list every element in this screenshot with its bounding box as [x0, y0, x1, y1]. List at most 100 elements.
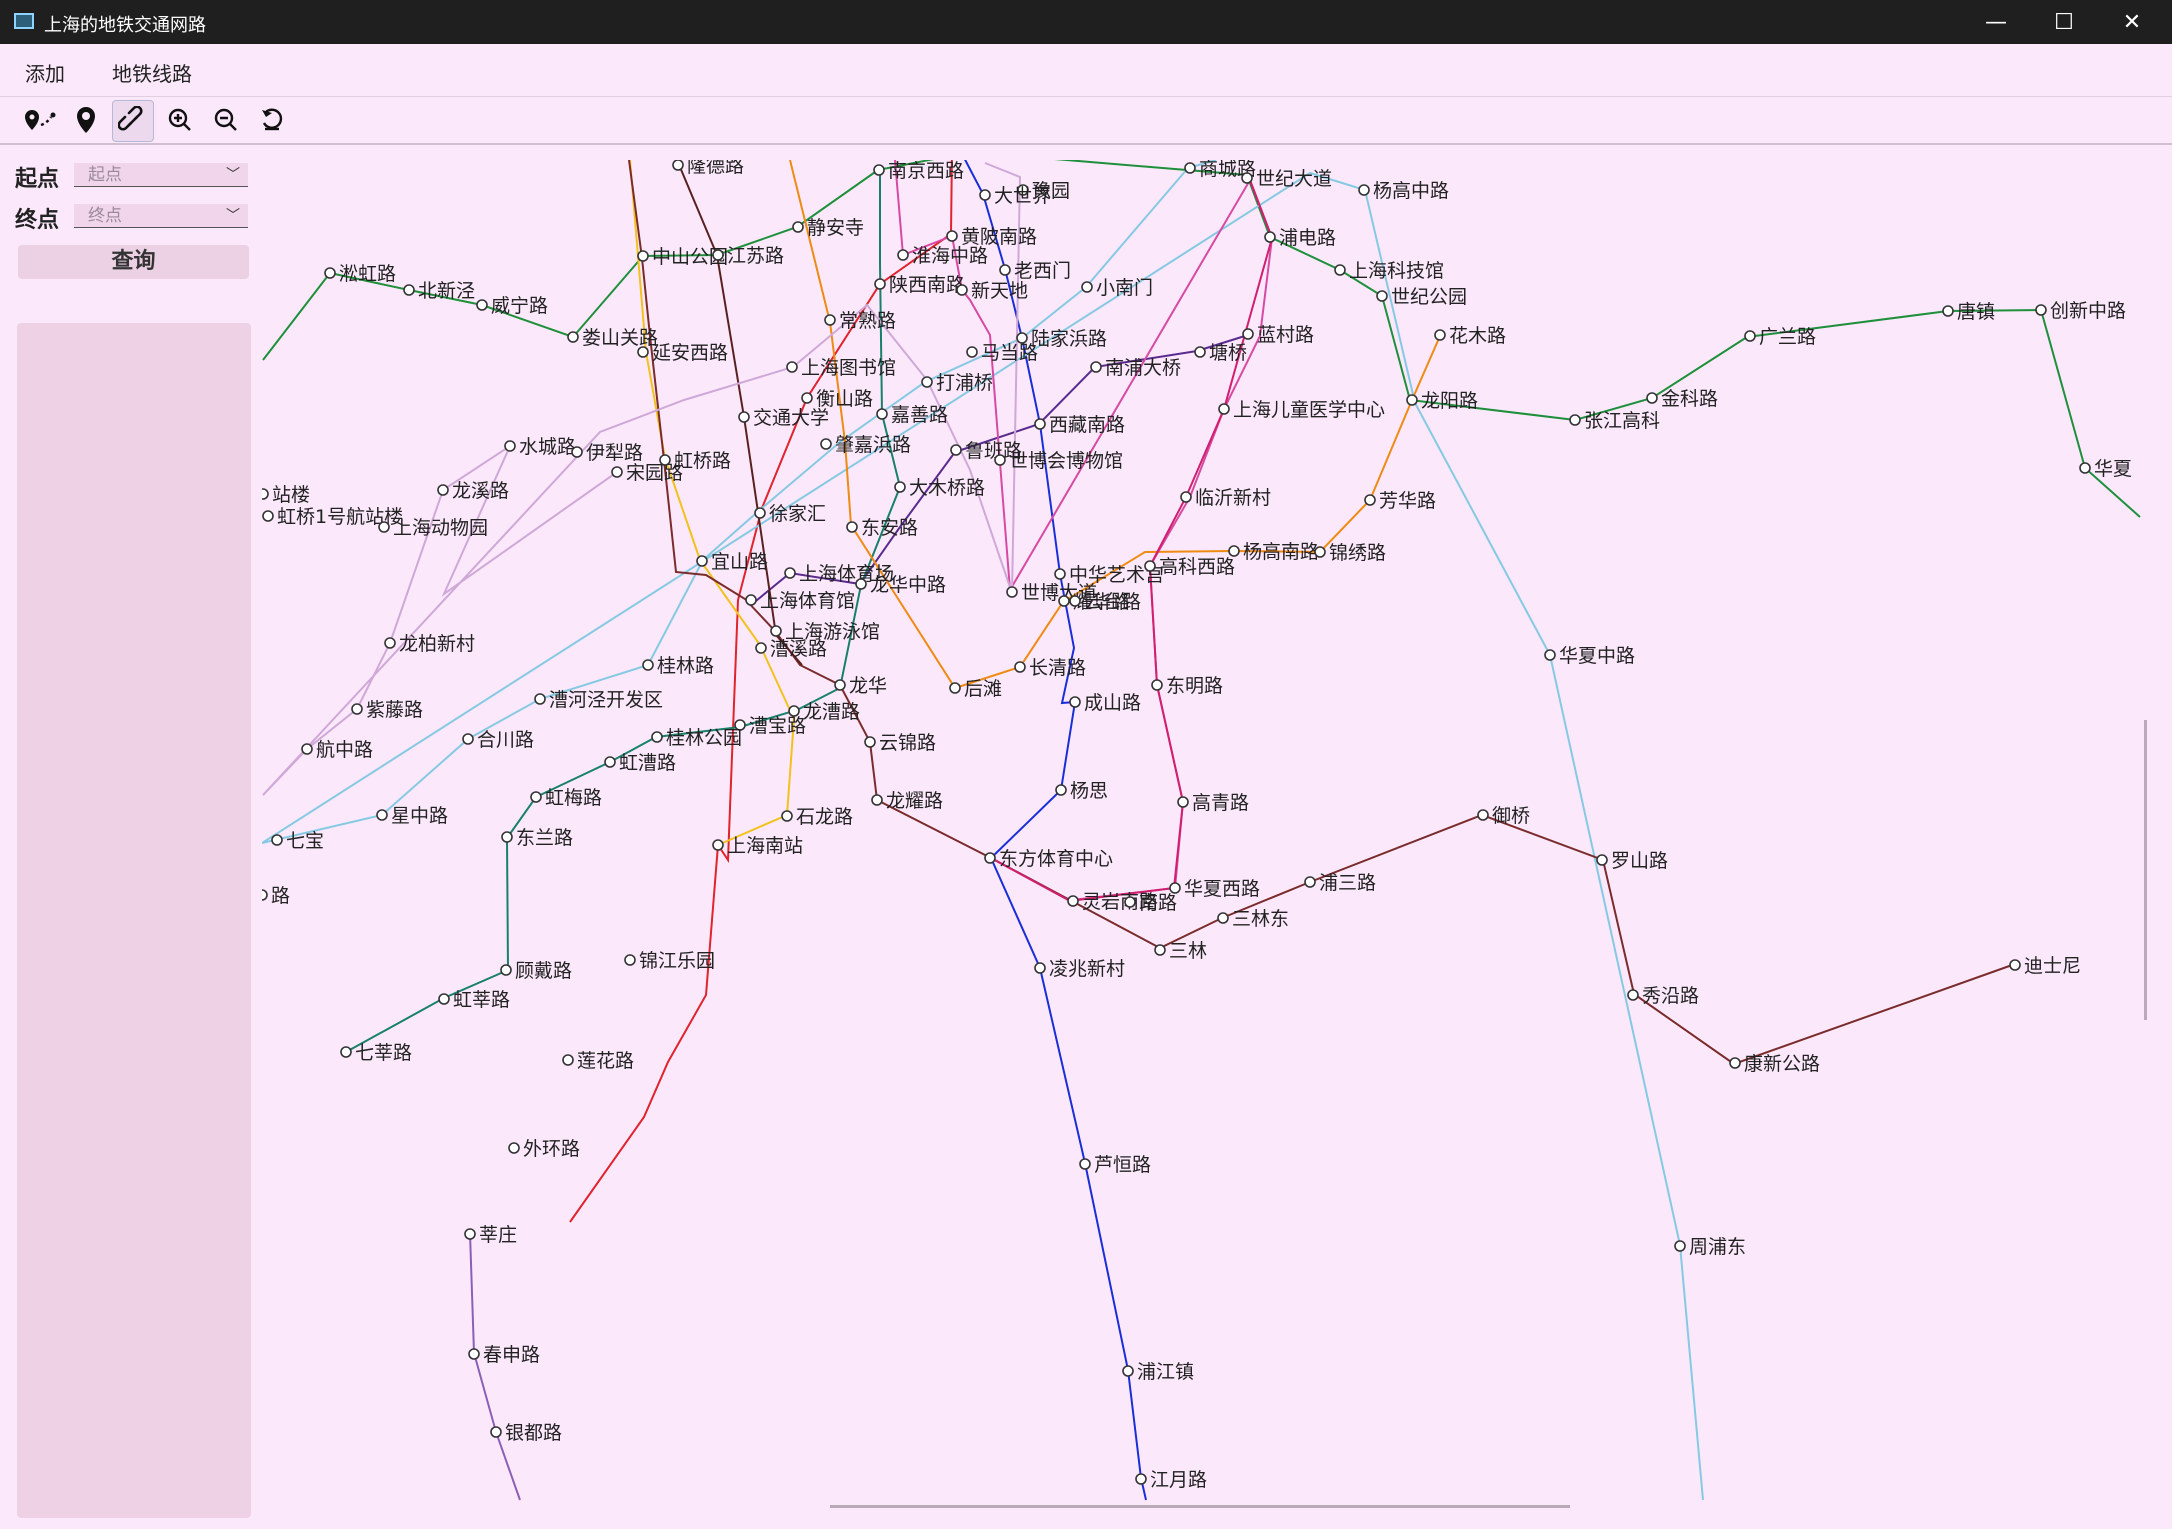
station[interactable]: 路: [262, 885, 290, 907]
station[interactable]: 浦三路: [1304, 872, 1376, 894]
vertical-scrollbar[interactable]: [2144, 720, 2147, 1020]
station-dot[interactable]: [468, 1348, 480, 1360]
station-dot[interactable]: [820, 438, 832, 450]
station[interactable]: 三林东: [1217, 908, 1289, 930]
station[interactable]: 常熟路: [824, 310, 896, 332]
station[interactable]: 华夏中路: [1544, 645, 1635, 667]
station-dot[interactable]: [1406, 394, 1418, 406]
station-dot[interactable]: [846, 521, 858, 533]
station[interactable]: 秀沿路: [1627, 985, 1699, 1007]
station-dot[interactable]: [755, 642, 767, 654]
station-dot[interactable]: [508, 1142, 520, 1154]
station-dot[interactable]: [946, 230, 958, 242]
station-dot[interactable]: [1135, 1473, 1147, 1485]
station-dot[interactable]: [1942, 305, 1954, 317]
station-dot[interactable]: [490, 1426, 502, 1438]
station[interactable]: 静安寺: [792, 217, 864, 239]
station-dot[interactable]: [1477, 809, 1489, 821]
station-dot[interactable]: [1729, 1057, 1741, 1069]
station-dot[interactable]: [384, 637, 396, 649]
station[interactable]: 上海体育馆: [745, 590, 855, 612]
station-dot[interactable]: [504, 440, 516, 452]
station[interactable]: 华夏: [2079, 458, 2132, 480]
station[interactable]: 高科西路: [1144, 556, 1235, 578]
station[interactable]: 大世界: [979, 185, 1051, 207]
station-dot[interactable]: [1627, 989, 1639, 1001]
station-dot[interactable]: [1241, 172, 1253, 184]
station-dot[interactable]: [262, 889, 268, 901]
station-dot[interactable]: [1358, 184, 1370, 196]
station-dot[interactable]: [562, 1054, 574, 1066]
station-dot[interactable]: [874, 278, 886, 290]
horizontal-scrollbar[interactable]: [830, 1505, 1570, 1508]
station-dot[interactable]: [999, 264, 1011, 276]
station-dot[interactable]: [864, 736, 876, 748]
zoom-in-tool[interactable]: [160, 100, 200, 140]
station-dot[interactable]: [624, 954, 636, 966]
station-dot[interactable]: [604, 756, 616, 768]
station-dot[interactable]: [1228, 545, 1240, 557]
station-dot[interactable]: [1596, 854, 1608, 866]
station-dot[interactable]: [745, 594, 757, 606]
station[interactable]: 康新公路: [1729, 1053, 1820, 1075]
station-dot[interactable]: [873, 164, 885, 176]
station[interactable]: 外环路: [508, 1138, 580, 1160]
station[interactable]: 马当路: [966, 342, 1038, 364]
station-dot[interactable]: [834, 679, 846, 691]
station[interactable]: 大木桥路: [894, 477, 985, 499]
station[interactable]: 龙耀路: [871, 790, 943, 812]
station[interactable]: 淮海中路: [897, 245, 988, 267]
station[interactable]: 虹漕路: [604, 752, 676, 774]
station[interactable]: 漕河泾开发区: [534, 689, 663, 711]
station[interactable]: 张江高科: [1569, 410, 1660, 432]
add-station-tool[interactable]: [20, 100, 60, 140]
station-dot[interactable]: [1069, 595, 1081, 607]
station[interactable]: 北新泾: [403, 280, 475, 302]
station[interactable]: 桂林路: [642, 655, 714, 677]
station[interactable]: 上海科技馆: [1334, 260, 1444, 282]
station[interactable]: 虹梅路: [530, 787, 602, 809]
station[interactable]: 华夏西路: [1169, 878, 1260, 900]
station[interactable]: 娄山关路: [567, 327, 658, 349]
station-dot[interactable]: [659, 454, 671, 466]
station-dot[interactable]: [1180, 491, 1192, 503]
station[interactable]: 七莘路: [340, 1042, 412, 1064]
station-dot[interactable]: [1055, 784, 1067, 796]
station-dot[interactable]: [949, 682, 961, 694]
station[interactable]: 桂林公园: [651, 727, 742, 749]
station-dot[interactable]: [1674, 1240, 1686, 1252]
station[interactable]: 东方体育中心: [984, 848, 1113, 870]
station[interactable]: 延安西路: [637, 342, 728, 364]
station-dot[interactable]: [672, 160, 684, 171]
station[interactable]: 御桥: [1477, 805, 1530, 827]
station[interactable]: 后滩: [949, 678, 1002, 700]
station[interactable]: 紫藤路: [351, 699, 423, 721]
station-dot[interactable]: [1124, 896, 1136, 908]
station[interactable]: 金科路: [1646, 388, 1718, 410]
station-dot[interactable]: [2079, 462, 2091, 474]
station[interactable]: 南京西路: [873, 160, 964, 182]
menu-add[interactable]: 添加: [25, 58, 65, 87]
station[interactable]: 交通大学: [738, 407, 829, 429]
station[interactable]: 锦江乐园: [624, 950, 715, 972]
station-dot[interactable]: [921, 376, 933, 388]
station[interactable]: 顾戴路: [500, 960, 572, 982]
station[interactable]: 陕西南路: [874, 274, 965, 296]
station-dot[interactable]: [476, 299, 488, 311]
station-dot[interactable]: [571, 446, 583, 458]
station[interactable]: 威宁路: [476, 295, 548, 317]
station-dot[interactable]: [786, 361, 798, 373]
station-dot[interactable]: [1314, 546, 1326, 558]
station[interactable]: 周浦东: [1674, 1236, 1746, 1258]
station-dot[interactable]: [1067, 895, 1079, 907]
reset-view-tool[interactable]: [252, 100, 292, 140]
station-dot[interactable]: [754, 507, 766, 519]
station-dot[interactable]: [855, 578, 867, 590]
station[interactable]: 上海儿童医学中心: [1218, 399, 1385, 421]
menu-lines[interactable]: 地铁线路: [112, 58, 192, 87]
station[interactable]: 新天地: [956, 280, 1028, 302]
station-dot[interactable]: [1569, 414, 1581, 426]
station[interactable]: 龙溪路: [437, 480, 509, 502]
station-dot[interactable]: [966, 346, 978, 358]
station-dot[interactable]: [792, 221, 804, 233]
